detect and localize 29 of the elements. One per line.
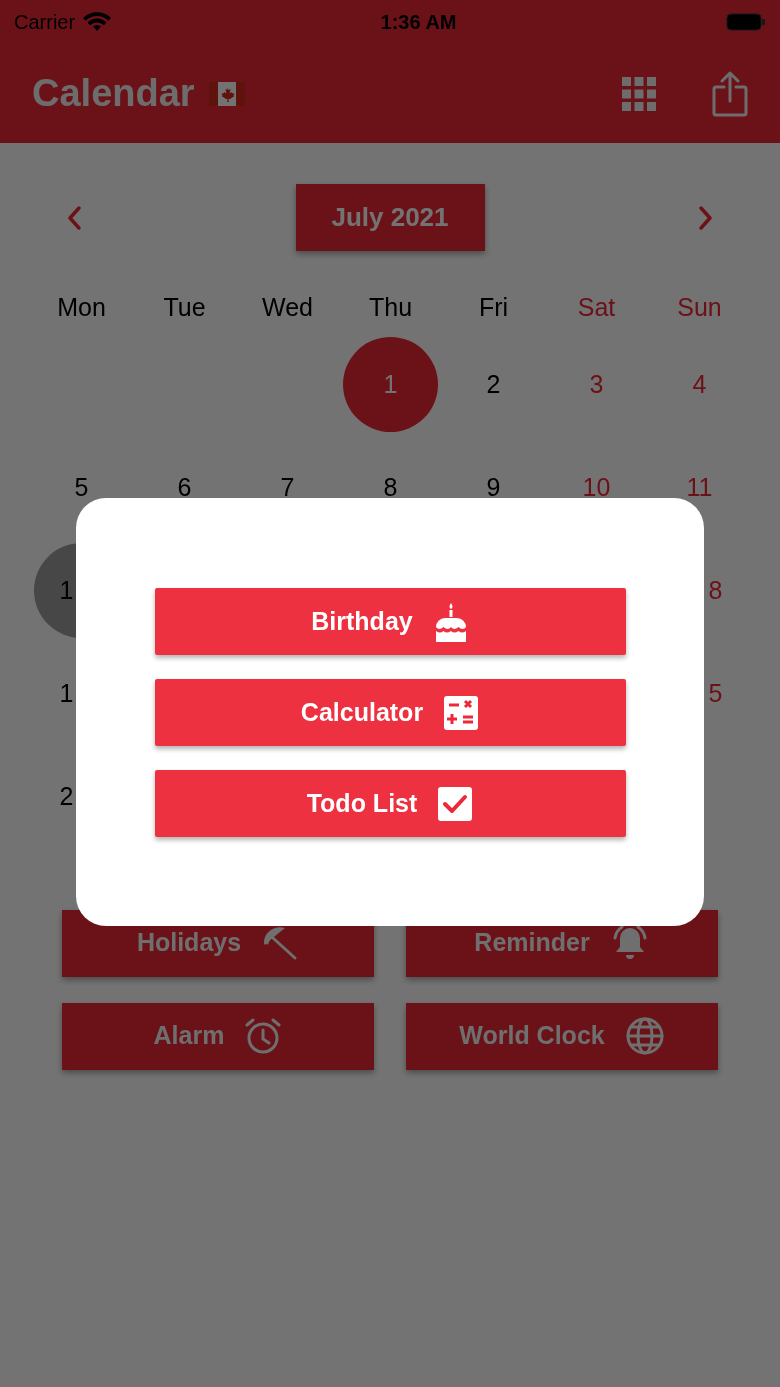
- globe-icon: [624, 1016, 665, 1056]
- clock-time: 1:36 AM: [380, 10, 457, 35]
- alarm-clock-icon: [244, 1017, 283, 1055]
- weekday-label: Mon: [57, 292, 106, 323]
- date-cell[interactable]: 2: [446, 337, 541, 432]
- flag-icon: [208, 81, 245, 106]
- dialog-option-button[interactable]: Birthday: [154, 588, 626, 655]
- weekday-label: Sun: [677, 292, 722, 323]
- app-title: Calendar: [32, 71, 195, 116]
- weekday-label: Wed: [262, 292, 313, 323]
- weekday-label: Thu: [368, 292, 413, 323]
- weekday-label: Tue: [163, 292, 206, 323]
- weekday-label: Sat: [577, 292, 616, 323]
- month-button[interactable]: July 2021: [295, 184, 485, 251]
- checkbox-icon: [437, 785, 474, 822]
- weekday-label: Fri: [478, 292, 509, 323]
- feature-button[interactable]: Alarm: [62, 1002, 374, 1070]
- dialog-option-button[interactable]: Calculator: [154, 679, 626, 746]
- dialog-option-button[interactable]: Todo List: [154, 770, 626, 837]
- battery-icon: [726, 12, 766, 32]
- carrier-name: Carrier: [14, 10, 76, 35]
- date-cell[interactable]: 4: [652, 337, 747, 432]
- share-icon[interactable]: [712, 70, 748, 117]
- date-cell[interactable]: 1: [343, 337, 438, 432]
- wifi-icon: [83, 12, 112, 32]
- date-cell[interactable]: 3: [549, 337, 644, 432]
- calculator-icon: [443, 694, 480, 731]
- grid-icon[interactable]: [622, 76, 656, 111]
- feature-button[interactable]: World Clock: [406, 1002, 718, 1070]
